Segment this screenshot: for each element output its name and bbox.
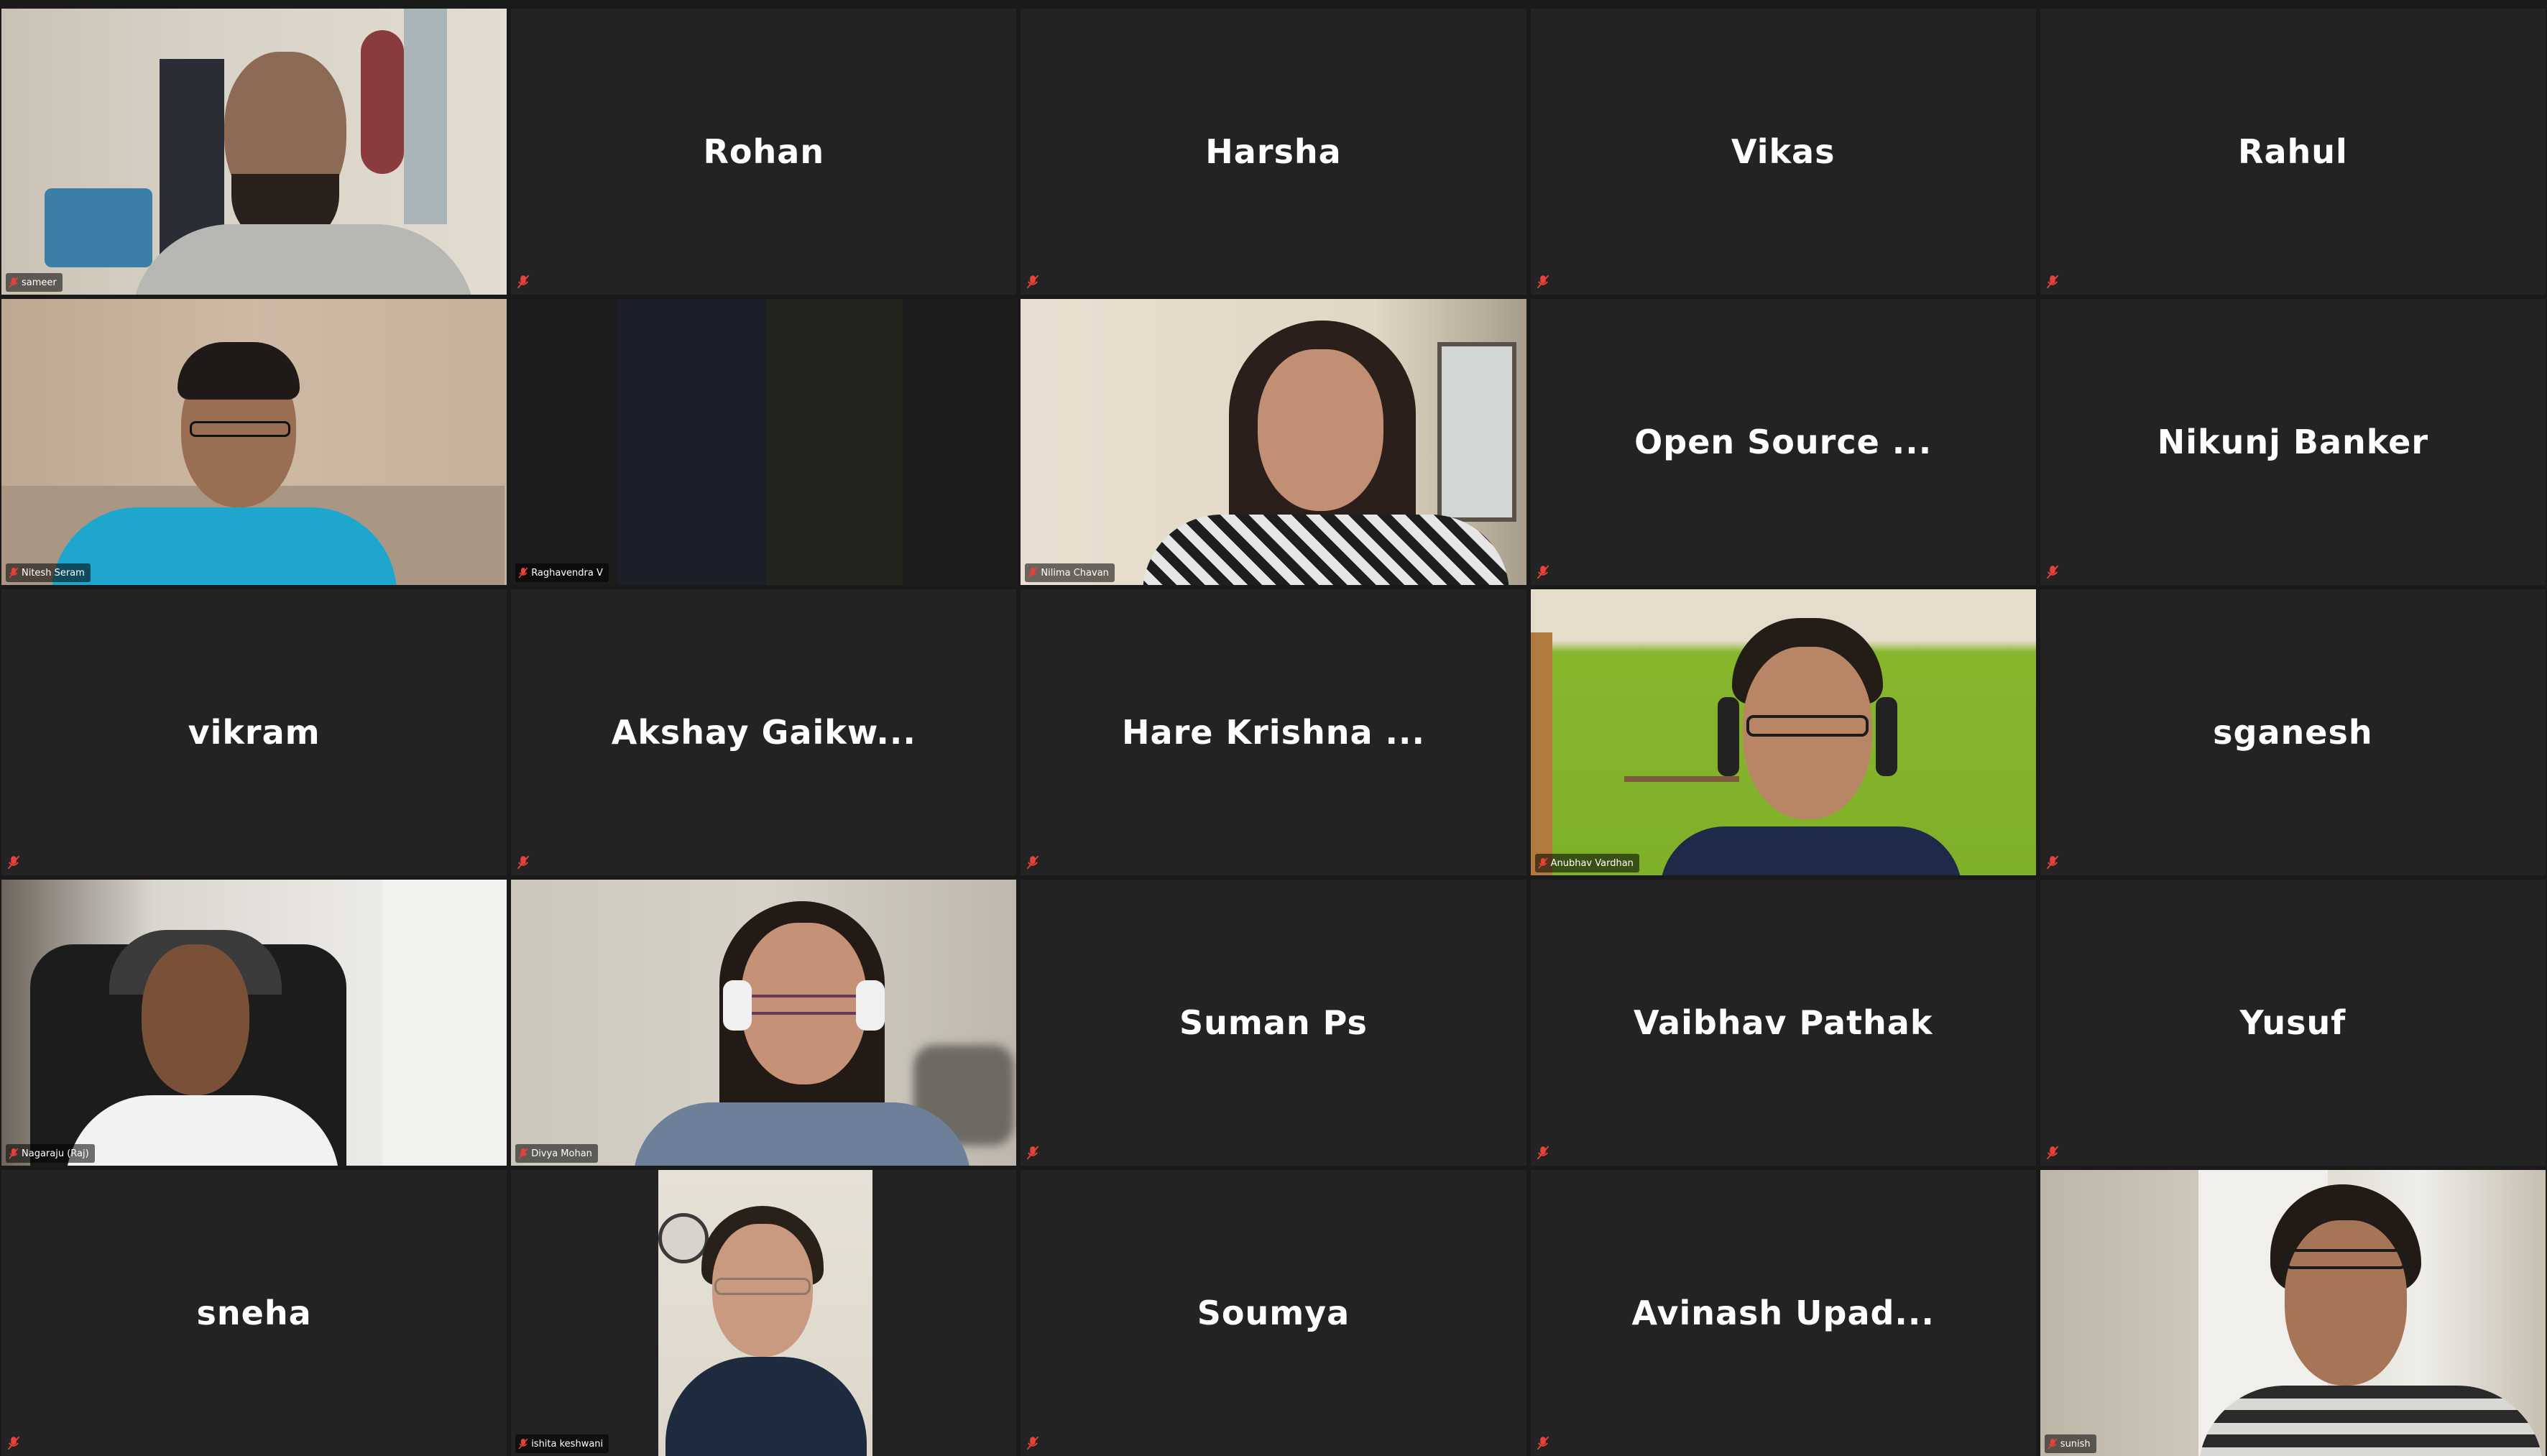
muted-mic-icon xyxy=(7,855,20,870)
muted-mic-icon xyxy=(2046,1146,2059,1160)
muted-mic-icon xyxy=(518,1438,528,1450)
participant-name: ishita keshwani xyxy=(531,1438,604,1450)
muted-mic-icon xyxy=(517,855,530,870)
participant-display-name: Rohan xyxy=(703,132,825,171)
participant-tile-vikram[interactable]: vikram xyxy=(1,589,507,875)
participant-tile-anubhav-vardhan[interactable]: Anubhav Vardhan xyxy=(1530,589,2036,875)
muted-mic-icon xyxy=(1537,1146,1549,1160)
participant-tile-yusuf[interactable]: Yusuf xyxy=(2040,880,2546,1166)
participant-name: Nagaraju (Raj) xyxy=(22,1148,89,1159)
participant-name: Divya Mohan xyxy=(531,1148,592,1159)
participant-video xyxy=(1530,589,2036,875)
muted-mic-icon xyxy=(518,567,528,579)
participant-display-name: Harsha xyxy=(1205,132,1342,171)
participant-tile-nikunj-banker[interactable]: Nikunj Banker xyxy=(2040,299,2546,585)
name-label: Nilima Chavan xyxy=(1025,563,1115,582)
participant-tile-suman-ps[interactable]: Suman Ps xyxy=(1021,880,1526,1166)
participant-video xyxy=(1,299,507,585)
participant-display-name: Yusuf xyxy=(2239,1003,2346,1042)
participant-display-name: sganesh xyxy=(2213,713,2373,752)
participant-display-name: Rahul xyxy=(2238,132,2348,171)
participant-video xyxy=(1,9,507,295)
participant-name: Anubhav Vardhan xyxy=(1550,857,1634,869)
participant-tile-avinash-upad[interactable]: Avinash Upad... xyxy=(1530,1170,2036,1456)
participant-video xyxy=(511,1170,1017,1456)
participant-display-name: Vikas xyxy=(1731,132,1836,171)
muted-mic-icon xyxy=(1537,1436,1549,1450)
participant-video xyxy=(2040,1170,2546,1456)
participant-name: Nilima Chavan xyxy=(1041,567,1109,579)
participant-display-name: Hare Krishna ... xyxy=(1122,713,1425,752)
participant-name: sunish xyxy=(2060,1438,2091,1450)
gallery-grid: sameer Rohan Harsha Vikas Rahul Nitesh S… xyxy=(0,9,2547,1456)
participant-tile-sunish[interactable]: sunish xyxy=(2040,1170,2546,1456)
participant-tile-raghavendra-v[interactable]: Raghavendra V xyxy=(511,299,1017,585)
muted-mic-icon xyxy=(7,1436,20,1450)
participant-display-name: Avinash Upad... xyxy=(1631,1294,1935,1332)
participant-display-name: Suman Ps xyxy=(1179,1003,1368,1042)
muted-mic-icon xyxy=(1027,1436,1039,1450)
participant-video xyxy=(1,880,507,1166)
muted-mic-icon xyxy=(1537,275,1549,289)
participant-tile-vikas[interactable]: Vikas xyxy=(1530,9,2036,295)
muted-mic-icon xyxy=(1538,857,1548,869)
name-label: Nagaraju (Raj) xyxy=(6,1144,95,1163)
participant-tile-divya-mohan[interactable]: Divya Mohan xyxy=(511,880,1017,1166)
participant-tile-nilima-chavan[interactable]: Nilima Chavan xyxy=(1021,299,1526,585)
participant-tile-sneha[interactable]: sneha xyxy=(1,1170,507,1456)
participant-display-name: Akshay Gaikw... xyxy=(611,713,916,752)
participant-tile-open-source[interactable]: Open Source ... xyxy=(1530,299,2036,585)
participant-tile-akshay-gaikw[interactable]: Akshay Gaikw... xyxy=(511,589,1017,875)
name-label: sunish xyxy=(2044,1434,2096,1453)
muted-mic-icon xyxy=(2046,855,2059,870)
participant-video xyxy=(1021,299,1526,585)
muted-mic-icon xyxy=(1537,565,1549,579)
participant-tile-soumya[interactable]: Soumya xyxy=(1021,1170,1526,1456)
participant-tile-rohan[interactable]: Rohan xyxy=(511,9,1017,295)
participant-name: sameer xyxy=(22,277,57,288)
participant-tile-rahul[interactable]: Rahul xyxy=(2040,9,2546,295)
participant-display-name: Nikunj Banker xyxy=(2157,423,2429,461)
muted-mic-icon xyxy=(1027,855,1039,870)
participant-name: Raghavendra V xyxy=(531,567,603,579)
muted-mic-icon xyxy=(1027,275,1039,289)
participant-display-name: Open Source ... xyxy=(1634,423,1933,461)
participant-name: Nitesh Seram xyxy=(22,567,85,579)
name-label: sameer xyxy=(6,273,63,292)
participant-tile-nagaraju-raj[interactable]: Nagaraju (Raj) xyxy=(1,880,507,1166)
participant-video xyxy=(511,880,1017,1166)
muted-mic-icon xyxy=(9,1148,19,1159)
participant-tile-sameer[interactable]: sameer xyxy=(1,9,507,295)
muted-mic-icon xyxy=(517,275,530,289)
participant-video xyxy=(511,299,1017,585)
participant-display-name: sneha xyxy=(196,1294,312,1332)
participant-tile-vaibhav-pathak[interactable]: Vaibhav Pathak xyxy=(1530,880,2036,1166)
participant-display-name: vikram xyxy=(188,713,321,752)
participant-display-name: Soumya xyxy=(1197,1294,1350,1332)
muted-mic-icon xyxy=(518,1148,528,1159)
participant-tile-hare-krishna[interactable]: Hare Krishna ... xyxy=(1021,589,1526,875)
participant-tile-nitesh-seram[interactable]: Nitesh Seram xyxy=(1,299,507,585)
muted-mic-icon xyxy=(1027,1146,1039,1160)
muted-mic-icon xyxy=(9,277,19,288)
name-label: Divya Mohan xyxy=(515,1144,598,1163)
name-label: ishita keshwani xyxy=(515,1434,609,1453)
participant-tile-sganesh[interactable]: sganesh xyxy=(2040,589,2546,875)
muted-mic-icon xyxy=(1028,567,1038,579)
muted-mic-icon xyxy=(2046,275,2059,289)
name-label: Nitesh Seram xyxy=(6,563,91,582)
muted-mic-icon xyxy=(2048,1438,2058,1450)
muted-mic-icon xyxy=(9,567,19,579)
name-label: Anubhav Vardhan xyxy=(1534,854,1639,872)
participant-tile-harsha[interactable]: Harsha xyxy=(1021,9,1526,295)
participant-display-name: Vaibhav Pathak xyxy=(1633,1003,1933,1042)
participant-tile-ishita-keshwani[interactable]: ishita keshwani xyxy=(511,1170,1017,1456)
muted-mic-icon xyxy=(2046,565,2059,579)
name-label: Raghavendra V xyxy=(515,563,609,582)
